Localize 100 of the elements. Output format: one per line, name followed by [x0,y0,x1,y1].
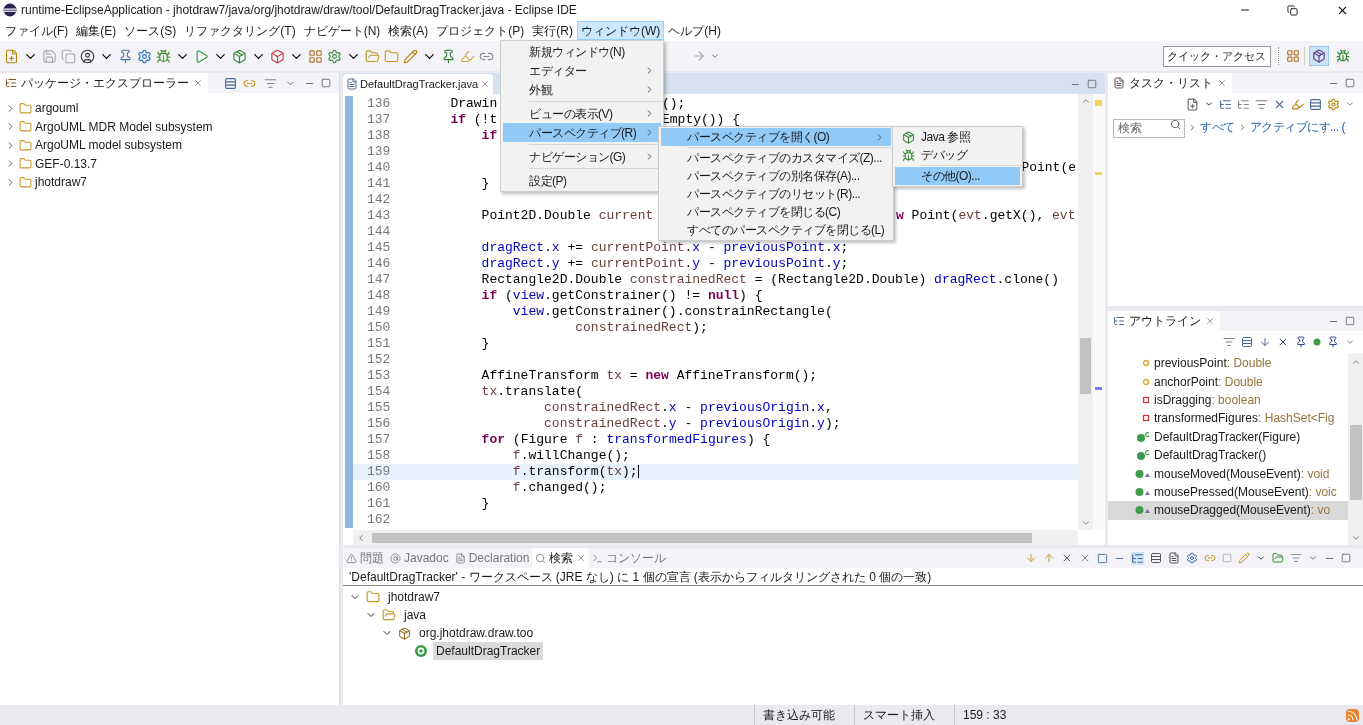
menu-item[interactable]: パースペクティブ(R) [503,123,662,142]
code-line: view.getConstrainer().constrainRectangle( [511,304,833,320]
menu-item[interactable]: 設定(P) [503,171,662,190]
code-line: } [480,336,490,352]
line-number: 156 [366,416,388,432]
window-title: runtime-EclipseApplication - jhotdraw7/java/org/jhotdraw/draw/tool/DefaultDragTracker.java - Eclipse IDE [21,2,577,19]
filter-link[interactable]: ( [1341,118,1345,136]
line-number: 153 [366,368,388,384]
menu-bar-item[interactable]: 実行(R) [528,21,577,40]
status-text: 159 : 33 [954,705,1054,725]
code-line: Point(e [1021,160,1076,176]
tree-item[interactable]: ArgoUML MDR Model subsystem [35,117,213,136]
menu-bar-item[interactable]: ヘルプ(H) [664,21,725,40]
menu-bar-item[interactable]: リファクタリング(T) [180,21,300,40]
type-label: : Double [1226,355,1272,373]
code-line: Rectangle2D.Double constrainedRect = (Rectangle2D.Double) dragRect.clone() [480,272,1059,288]
outline-item[interactable]: mousePressed(MouseEvent) [1154,482,1309,501]
menu-item[interactable]: パースペクティブを閉じる(C) [661,203,891,221]
outline-item[interactable]: previousPoint [1154,354,1227,373]
code-line: f.transform(tx); [511,464,639,480]
menu-item[interactable]: ナビゲーション(G) [503,147,662,166]
outline-item[interactable]: DefaultDragTracker(Figure) [1154,427,1301,446]
line-number: 157 [366,432,388,448]
menu-bar-item[interactable]: ソース(S) [120,21,181,40]
type-label: : Double [1218,373,1263,391]
view-tab[interactable]: パッケージ・エクスプローラー [0,73,208,93]
view-tab[interactable]: Javadoc [387,548,452,569]
view-tab[interactable]: 問題 [343,548,387,569]
menu-bar-item[interactable]: ウィンドウ(W) [577,21,665,40]
line-number: 158 [366,448,388,464]
menu-item[interactable]: Java 参照 [895,128,1020,146]
menu-item[interactable]: デバッグ [895,146,1020,164]
code-line: constrainedRect.y - previousOrigin.y); [543,416,841,432]
tree-item[interactable]: jhotdraw7 [385,588,444,607]
menu-item[interactable]: すべてのパースペクティブを閉じる(L) [661,221,891,239]
menu-bar-item[interactable]: 編集(E) [72,21,121,40]
type-label: : HashSet<Fig [1258,410,1335,428]
menu-bar-item[interactable]: 検索(A) [384,21,433,40]
tree-item[interactable]: jhotdraw7 [35,173,88,192]
code-line: w Point(evt.getX(), evt [896,208,1076,224]
outline-item[interactable]: DefaultDragTracker() [1154,446,1267,465]
menu-item[interactable]: パースペクティブの別名保存(A)... [661,167,891,185]
line-number: 137 [366,112,388,128]
type-label: : void [1300,465,1330,483]
type-label: : vo [1310,502,1331,520]
code-line: } [480,176,490,192]
code-line: Drawin [449,96,498,112]
line-number: 149 [366,304,388,320]
line-number: 154 [366,384,388,400]
line-number: 145 [366,240,388,256]
code-line: (); [662,96,686,112]
tree-item[interactable]: ArgoUML model subsystem [35,136,182,155]
menu-item[interactable]: エディター [503,61,662,80]
outline-item[interactable]: mouseMoved(MouseEvent) [1154,464,1301,483]
view-tab[interactable]: Declaration [451,548,533,569]
view-tab[interactable]: タスク・リスト [1108,73,1232,93]
line-number: 136 [366,96,388,112]
code-line: constrainedRect.x - previousOrigin.x, [543,400,833,416]
tree-item[interactable]: java [401,606,429,625]
line-number: 140 [366,160,388,176]
tree-item[interactable]: GEF-0.13.7 [35,154,98,173]
line-number: 155 [366,400,388,416]
menu-item[interactable]: ビューの表示(V) [503,104,662,123]
outline-item[interactable]: mouseDragged(MouseEvent) [1154,501,1311,520]
line-number: 143 [366,208,388,224]
line-number: 144 [366,224,388,240]
menu-item[interactable]: パースペクティブのリセット(R)... [661,185,891,203]
type-label: : voic [1308,483,1337,501]
search-field[interactable]: 検索 [1113,118,1185,138]
status-text: スマート挿入 [854,705,954,725]
code-line: dragRect.y += currentPoint.y - previousPoint.y; [480,256,849,272]
code-line: for (Figure f : transformedFigures) { [480,432,771,448]
view-tab[interactable]: コンソール [589,548,670,569]
menu-bar-item[interactable]: ファイル(F) [1,21,73,40]
view-tab[interactable]: 検索 [532,548,590,569]
filter-link[interactable]: アクティブにす... [1249,118,1339,136]
menu-item[interactable]: 新規ウィンドウ(N) [503,42,662,61]
menu-item[interactable]: その他(O)... [895,167,1020,185]
menu-bar-item[interactable]: プロジェクト(P) [432,21,529,40]
code-line: Point2D.Double current [480,208,654,224]
filter-link[interactable]: すべて [1200,118,1235,136]
line-number: 147 [366,272,388,288]
search-summary: 'DefaultDragTracker' - ワークスペース (JRE なし) に 1 個の宣言 (表示からフィルタリングされた 0 個の一致) [343,568,1363,587]
menu-bar-item[interactable]: ナビゲート(N) [299,21,385,40]
tree-item[interactable]: argouml [35,99,79,118]
code-line: if (view.getConstrainer() != null) { [480,288,763,304]
tree-item[interactable]: org.jhotdraw.draw.too [416,624,537,643]
editor-tab[interactable]: DefaultDragTracker.java [343,74,494,94]
code-line: if (!t [449,112,498,128]
tree-item[interactable]: DefaultDragTracker [433,642,544,661]
menu-item[interactable]: パースペクティブのカスタマイズ(Z)... [661,149,891,167]
menu-item[interactable]: パースペクティブを開く(O) [661,128,891,146]
code-line: dragRect.x += currentPoint.x - previousPoint.x; [480,240,849,256]
line-number: 146 [366,256,388,272]
menu-item[interactable]: 外観 [503,80,662,99]
line-number: 150 [366,320,388,336]
view-tab[interactable]: アウトライン [1108,311,1220,331]
line-number: 161 [366,496,388,512]
quick-access-field[interactable]: クイック・アクセス [1163,45,1271,67]
code-line: constrainedRect); [574,320,708,336]
